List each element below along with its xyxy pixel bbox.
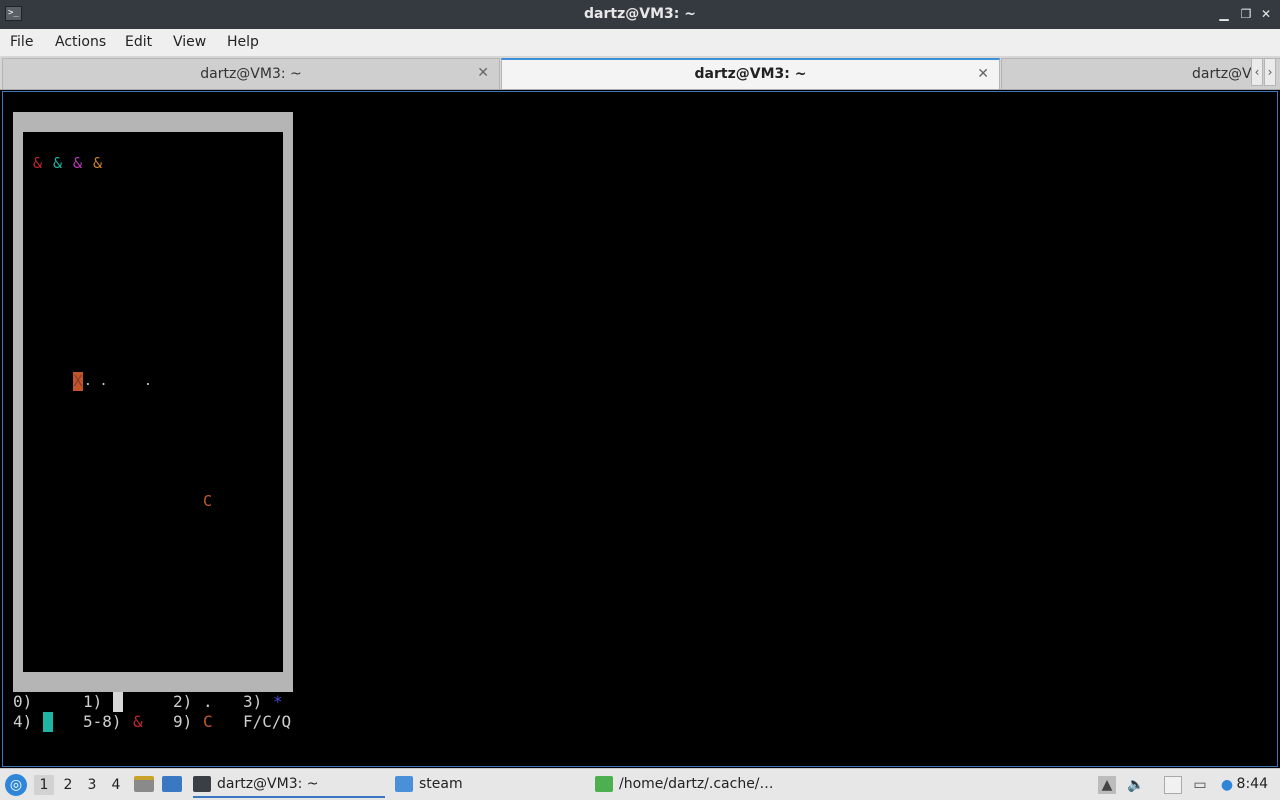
legend-value-3: *	[273, 692, 283, 711]
game-board-frame: & & & & X . . . C	[13, 112, 293, 692]
legend-key-1: 1)	[83, 692, 103, 711]
volume-icon[interactable]: 🔈	[1127, 776, 1145, 794]
minimize-button[interactable]: ▁	[1216, 5, 1232, 23]
menu-help[interactable]: Help	[227, 34, 259, 50]
player-glyph-1: &	[33, 154, 43, 172]
legend-value-9: C	[203, 712, 213, 731]
menu-view[interactable]: View	[173, 34, 206, 50]
legend-value-2: .	[203, 692, 213, 711]
window-titlebar[interactable]: >_ dartz@VM3: ~ ▁ ❐ ✕	[0, 0, 1280, 29]
teal-swatch	[43, 712, 53, 732]
workspace-1[interactable]: 1	[34, 775, 54, 795]
menu-edit[interactable]: Edit	[125, 34, 152, 50]
restore-button[interactable]: ❐	[1238, 5, 1254, 23]
start-menu-icon[interactable]: ◎	[5, 774, 27, 796]
task-archive[interactable]: /home/dartz/.cache/…	[595, 772, 795, 798]
tab-close-icon[interactable]: ✕	[977, 66, 989, 82]
tab-terminal-2[interactable]: dartz@VM3: ~ ✕	[501, 58, 1000, 89]
legend-key-4: 4)	[13, 712, 33, 731]
game-board: & & & & X . . . C	[23, 132, 283, 672]
clipboard-icon[interactable]	[1164, 776, 1182, 794]
wall-swatch	[113, 692, 123, 712]
tab-close-icon[interactable]: ✕	[477, 65, 489, 81]
terminal-view[interactable]: & & & & X . . . C 0) 1) 2) . 3) * 4) 5-8…	[2, 91, 1278, 767]
terminal-icon	[193, 776, 211, 792]
workspace-4[interactable]: 4	[106, 775, 126, 795]
tab-label: dartz@V	[1192, 66, 1252, 82]
tab-terminal-1[interactable]: dartz@VM3: ~ ✕	[2, 58, 500, 89]
menu-file[interactable]: File	[10, 34, 33, 50]
task-label: /home/dartz/.cache/…	[619, 776, 774, 792]
legend-value-5-8: &	[133, 712, 143, 731]
archive-icon	[595, 776, 613, 792]
menu-actions[interactable]: Actions	[55, 34, 106, 50]
network-icon[interactable]: ▭	[1191, 776, 1209, 794]
window-title: dartz@VM3: ~	[584, 6, 696, 22]
dot-glyph: .	[144, 374, 152, 389]
task-label: steam	[419, 776, 463, 792]
taskbar: ◎ 1 2 3 4 dartz@VM3: ~ steam /home/dartz…	[0, 768, 1280, 800]
legend-key-3: 3)	[243, 692, 263, 711]
file-manager-launcher-icon[interactable]	[134, 776, 154, 792]
c-glyph: C	[203, 492, 213, 510]
cursor-glyph: X	[73, 372, 83, 391]
tab-scroll-right-icon[interactable]: ›	[1264, 58, 1276, 86]
legend-commands: F/C/Q	[243, 712, 292, 731]
tab-label: dartz@VM3: ~	[200, 66, 302, 82]
close-button[interactable]: ✕	[1258, 5, 1274, 23]
folder-icon	[395, 776, 413, 792]
menu-bar: File Actions Edit View Help	[0, 29, 1280, 56]
tab-label: dartz@VM3: ~	[694, 66, 807, 82]
task-steam-folder[interactable]: steam	[395, 772, 585, 798]
workspace-2[interactable]: 2	[58, 775, 78, 795]
updates-tray-icon[interactable]: ▲	[1098, 776, 1116, 794]
tab-terminal-3[interactable]: dartz@V	[1001, 58, 1280, 89]
trail-dots: . .	[84, 374, 108, 389]
tab-bar: dartz@VM3: ~ ✕ dartz@VM3: ~ ✕ dartz@V ‹ …	[0, 56, 1280, 90]
notification-icon[interactable]: ●	[1218, 776, 1236, 794]
player-glyph-4: &	[93, 154, 103, 172]
show-desktop-icon[interactable]	[162, 776, 182, 792]
task-terminal[interactable]: dartz@VM3: ~	[193, 772, 385, 798]
legend-key-9: 9)	[173, 712, 193, 731]
workspace-3[interactable]: 3	[82, 775, 102, 795]
player-glyph-3: &	[73, 154, 83, 172]
tab-scroll-left-icon[interactable]: ‹	[1251, 58, 1263, 86]
legend-key-0: 0)	[13, 692, 33, 711]
legend-key-5-8: 5-8)	[83, 712, 122, 731]
legend-key-2: 2)	[173, 692, 193, 711]
task-label: dartz@VM3: ~	[217, 776, 319, 792]
clock[interactable]: 8:44	[1237, 776, 1268, 792]
player-glyph-2: &	[53, 154, 63, 172]
